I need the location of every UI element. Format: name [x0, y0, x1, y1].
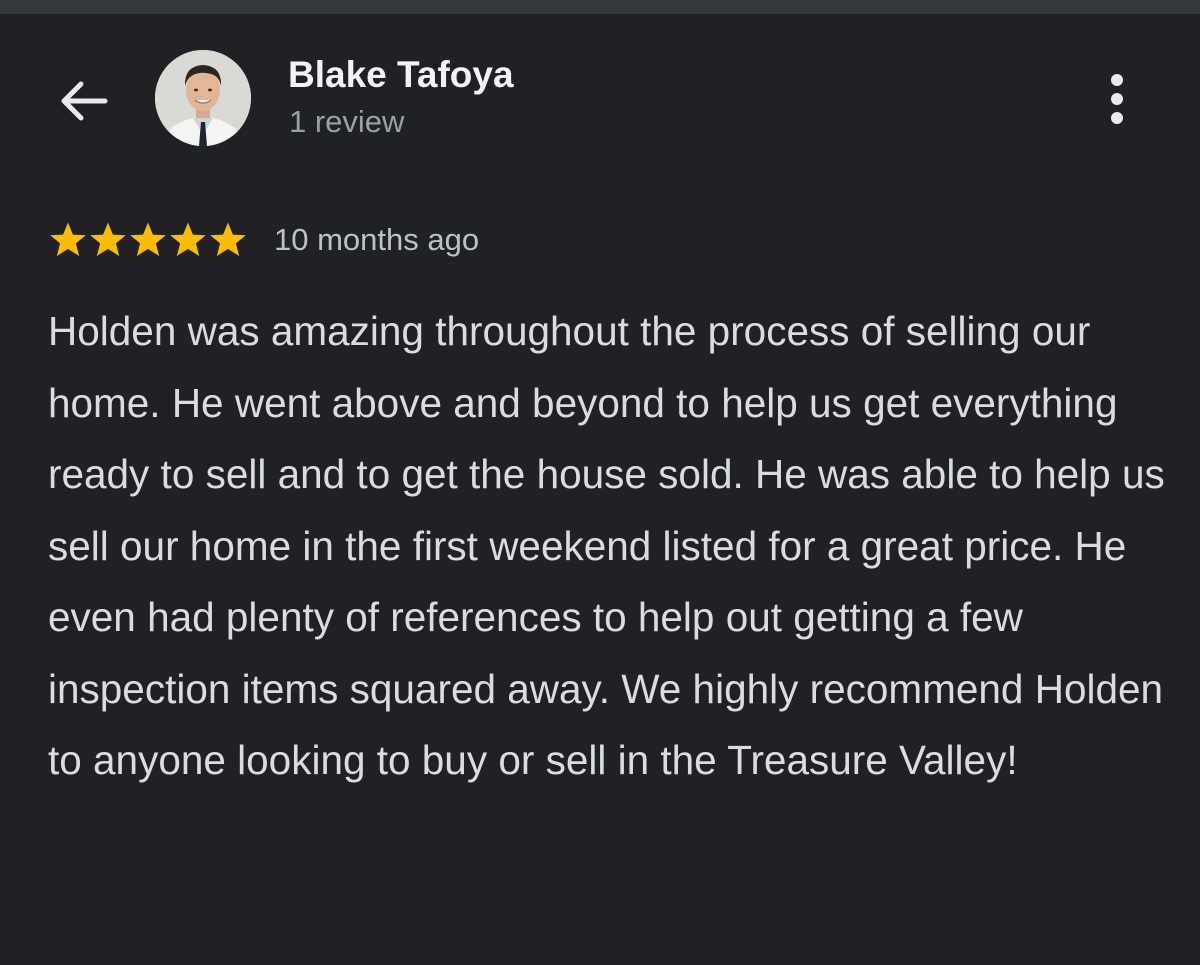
star-filled-icon: [168, 220, 208, 260]
star-filled-icon: [88, 220, 128, 260]
star-filled-icon: [128, 220, 168, 260]
status-bar-strip: [0, 0, 1200, 14]
review-screen: Blake Tafoya 1 review 10 months ago Hold…: [0, 0, 1200, 965]
review-count: 1 review: [289, 104, 405, 139]
back-button[interactable]: [52, 70, 114, 132]
review-timestamp: 10 months ago: [274, 222, 480, 257]
star-rating: [48, 220, 248, 260]
more-vert-icon: [1111, 74, 1123, 86]
user-avatar-photo: [155, 50, 251, 146]
more-options-button[interactable]: [1092, 68, 1142, 130]
avatar[interactable]: [155, 50, 251, 146]
reviewer-name[interactable]: Blake Tafoya: [288, 54, 514, 96]
rating-row: 10 months ago: [48, 220, 479, 260]
star-filled-icon: [208, 220, 248, 260]
star-filled-icon: [48, 220, 88, 260]
more-vert-icon-dot: [1111, 93, 1123, 105]
more-vert-icon-dot: [1111, 112, 1123, 124]
arrow-back-icon: [61, 81, 108, 121]
review-text: Holden was amazing throughout the proces…: [48, 308, 1165, 783]
